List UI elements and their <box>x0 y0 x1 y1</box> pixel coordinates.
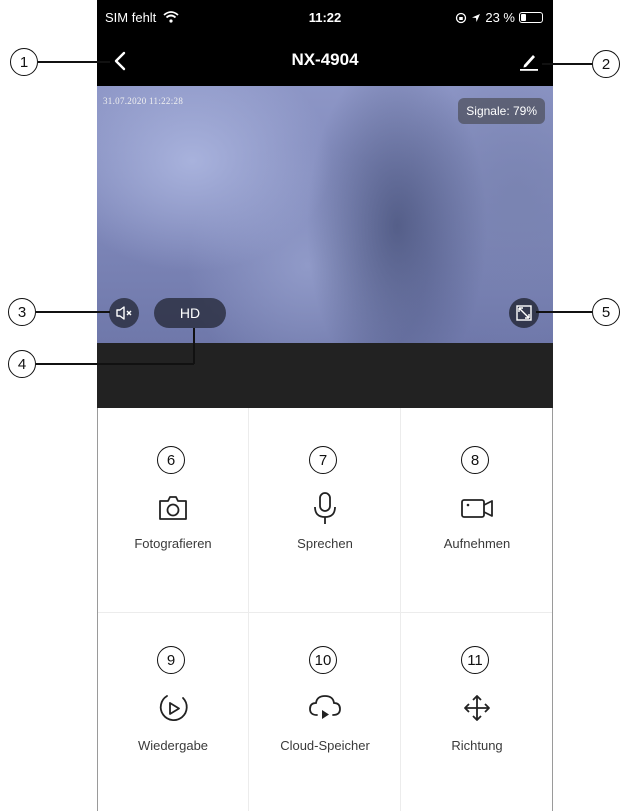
callout-4-connector <box>193 328 195 364</box>
hd-quality-button[interactable]: HD <box>154 298 226 328</box>
cloud-play-icon <box>309 695 341 719</box>
callout-2: 2 <box>592 50 620 78</box>
direction-action[interactable]: 11 Richtung <box>401 613 553 811</box>
signal-badge: Signale: 79% <box>458 98 545 124</box>
status-bar: SIM fehlt 11:22 23 % <box>97 0 553 36</box>
action-grid: 6 Fotografieren 7 Sprechen 8 Aufnehmen 9… <box>97 408 553 811</box>
status-right: 23 % <box>455 10 543 25</box>
callout-4-line <box>36 363 194 365</box>
camera-icon <box>159 496 187 520</box>
talk-label: Sprechen <box>297 536 353 551</box>
video-camera-icon <box>461 499 493 518</box>
battery-icon <box>519 12 543 23</box>
callout-8: 8 <box>461 446 489 474</box>
video-bottom-band <box>97 343 553 408</box>
callout-6: 6 <box>157 446 185 474</box>
phone-border-right <box>552 408 553 811</box>
photo-label: Fotografieren <box>134 536 212 551</box>
battery-fill <box>521 14 526 21</box>
record-action[interactable]: 8 Aufnehmen <box>401 408 553 613</box>
phone-screen: SIM fehlt 11:22 23 % NX-4904 31.07.2020 … <box>97 0 553 811</box>
photo-action[interactable]: 6 Fotografieren <box>97 408 249 613</box>
edit-button[interactable] <box>517 50 541 72</box>
pencil-icon <box>520 55 538 71</box>
callout-10: 10 <box>309 646 337 674</box>
playback-action[interactable]: 9 Wiedergabe <box>97 613 249 811</box>
live-video-view[interactable]: 31.07.2020 11:22:28 Signale: 79% HD <box>97 86 553 343</box>
record-label: Aufnehmen <box>443 536 511 551</box>
callout-3-line <box>36 311 110 313</box>
callout-5-line <box>536 311 592 313</box>
page-title: NX-4904 <box>291 50 359 69</box>
callout-1: 1 <box>10 48 38 76</box>
fullscreen-button[interactable] <box>509 298 539 328</box>
speaker-muted-icon <box>116 306 132 320</box>
fullscreen-icon <box>516 305 532 321</box>
callout-2-line <box>542 63 592 65</box>
rotation-lock-icon <box>456 12 467 23</box>
phone-border-left <box>97 408 98 811</box>
location-icon <box>472 13 481 22</box>
callout-4: 4 <box>8 350 36 378</box>
cloud-storage-action[interactable]: 10 Cloud-Speicher <box>249 613 401 811</box>
video-timestamp: 31.07.2020 11:22:28 <box>103 96 184 106</box>
battery-percent: 23 % <box>485 10 515 25</box>
playback-icon <box>159 695 188 721</box>
direction-label: Richtung <box>451 738 503 753</box>
callout-9: 9 <box>157 646 185 674</box>
nav-bar: NX-4904 <box>97 36 553 86</box>
playback-label: Wiedergabe <box>137 738 209 753</box>
talk-action[interactable]: 7 Sprechen <box>249 408 401 613</box>
cloud-storage-label: Cloud-Speicher <box>280 738 370 753</box>
mute-button[interactable] <box>109 298 139 328</box>
callout-11: 11 <box>461 646 489 674</box>
microphone-icon <box>314 492 336 524</box>
callout-1-line <box>38 61 110 63</box>
callout-5: 5 <box>592 298 620 326</box>
callout-3: 3 <box>8 298 36 326</box>
move-arrows-icon <box>464 695 490 721</box>
callout-7: 7 <box>309 446 337 474</box>
